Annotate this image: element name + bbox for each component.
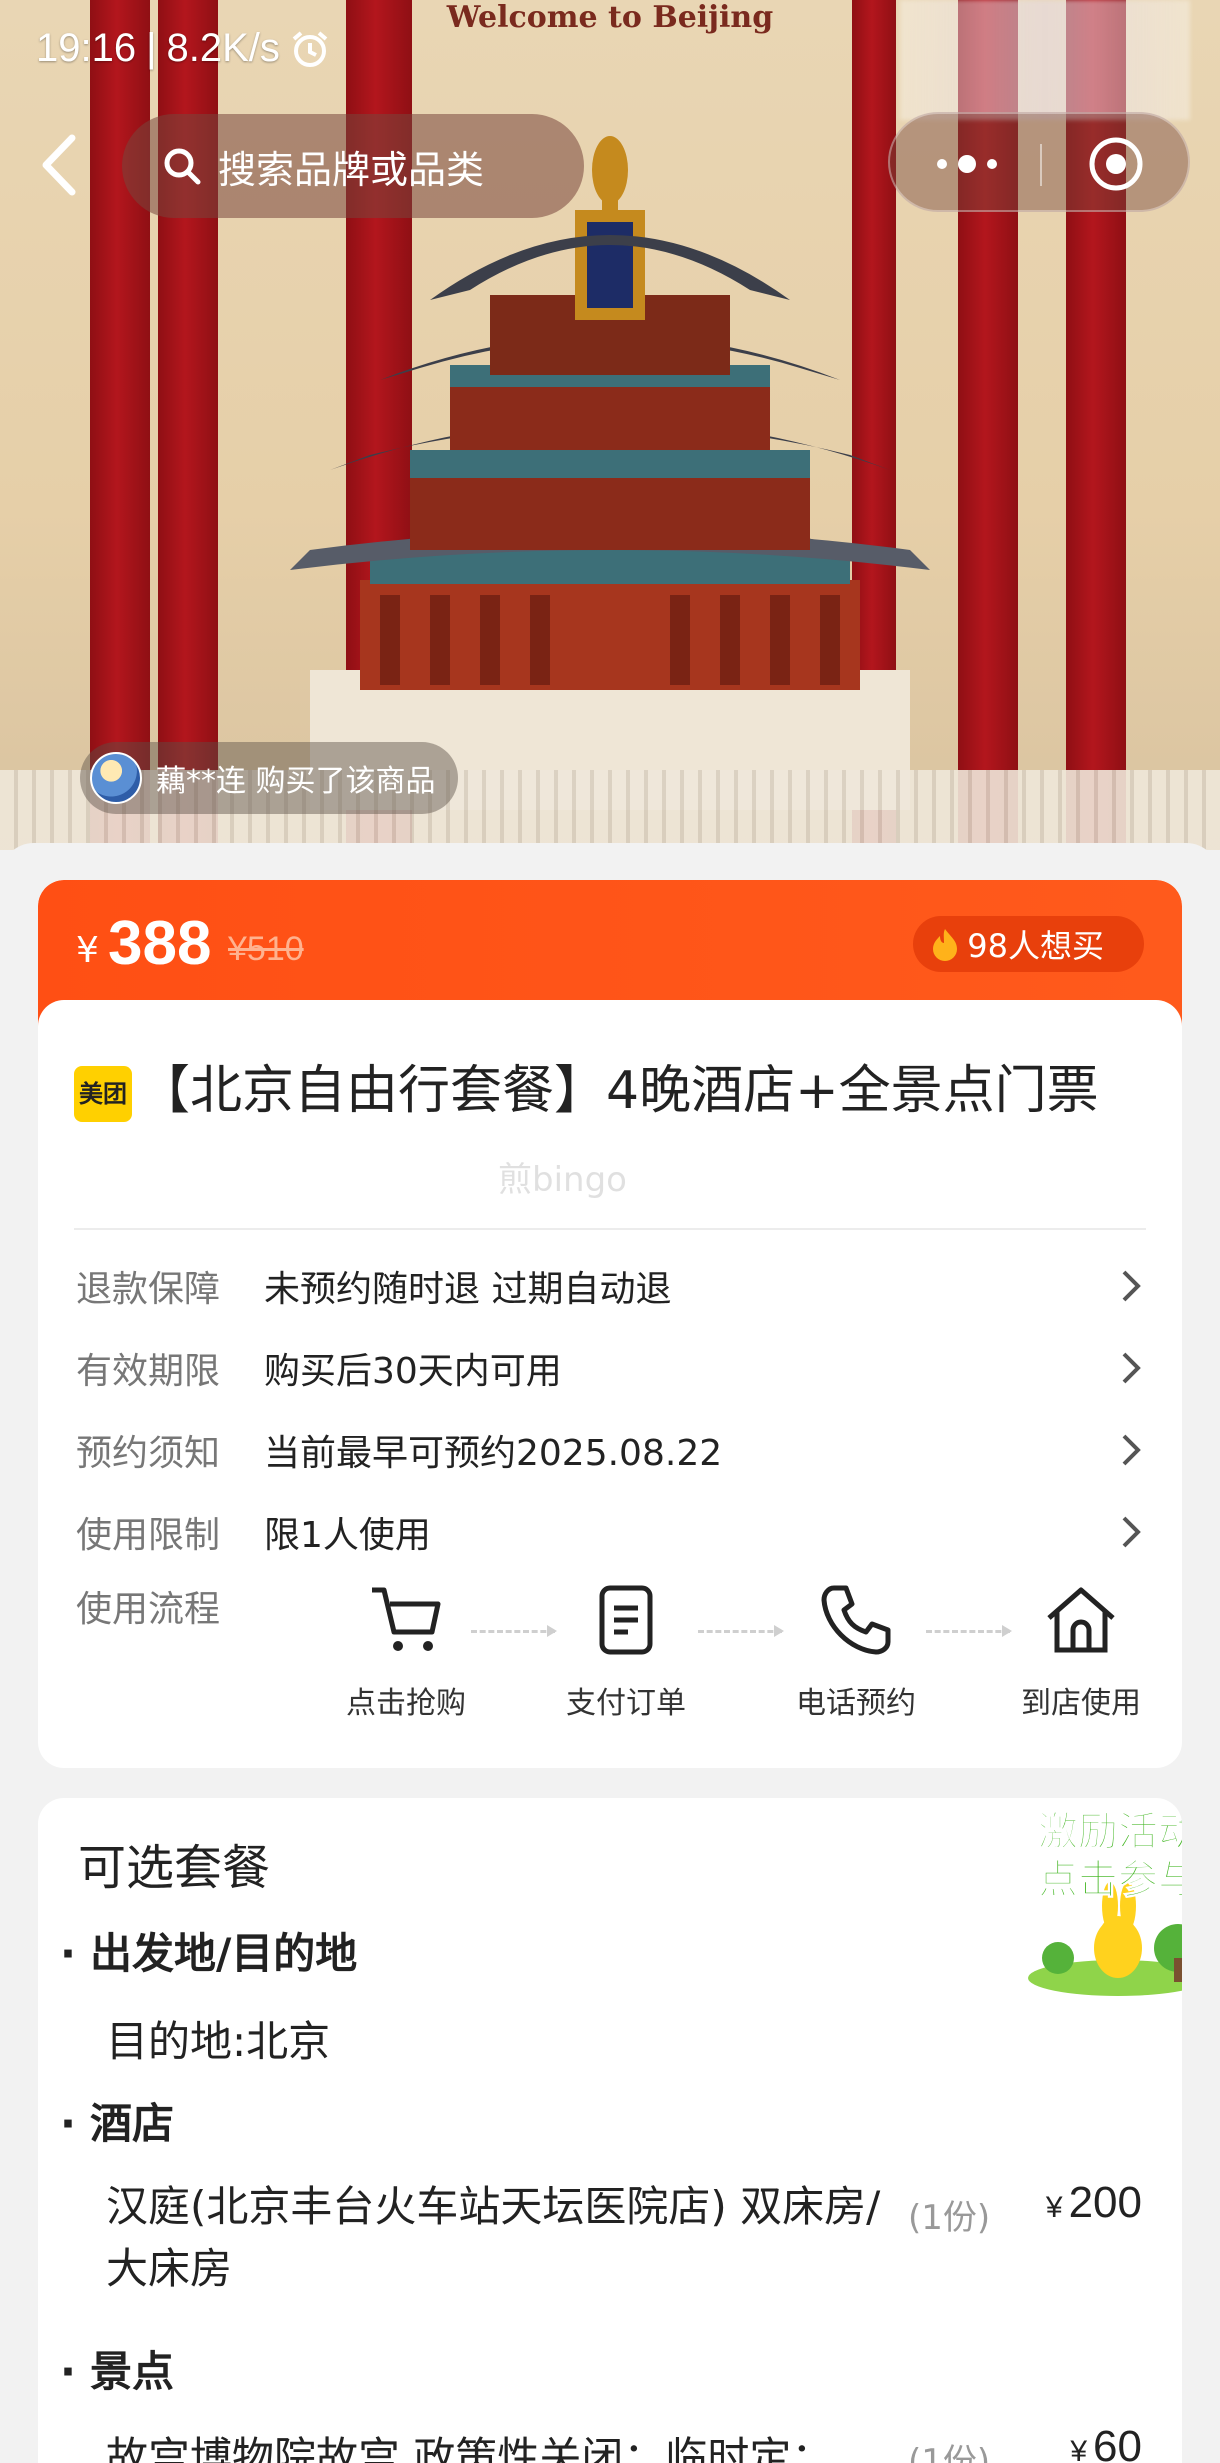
search-icon (164, 148, 201, 185)
info-row-booking[interactable]: 预约须知 当前最早可预约2025.08.22 (76, 1420, 1146, 1480)
usage-flow: 使用流程 点击抢购 支付订单 电话预约 到店使用 (76, 1580, 1146, 1760)
info-label: 有效期限 (76, 1351, 221, 1392)
buyer-notice-text: 藕**连 购买了该商品 (156, 764, 436, 799)
current-price: 388 (108, 909, 212, 978)
flow-step-pay: 支付订单 (546, 1580, 706, 1722)
hotel-price-value: 200 (1068, 2178, 1142, 2227)
info-label: 退款保障 (76, 1269, 221, 1310)
chevron-right-icon (1122, 1270, 1141, 1302)
info-row-validity[interactable]: 有效期限 购买后30天内可用 (76, 1338, 1146, 1398)
original-price: ¥510 (228, 930, 304, 968)
flow-step-label: 点击抢购 (346, 1686, 466, 1721)
attraction-price: ¥60 (1070, 2422, 1142, 2463)
info-row-refund[interactable]: 退款保障 未预约随时退 过期自动退 (76, 1256, 1146, 1316)
package-card: 可选套餐 激励活动 点击参与 出发地/目的地 目的地:北京 酒店 汉庭(北京丰台… (38, 1798, 1182, 2463)
section-heading-attraction: 景点 (60, 2338, 174, 2399)
blurred-status-icons (900, 0, 1190, 120)
info-value: 未预约随时退 过期自动退 (264, 1269, 672, 1310)
promo-line1: 激励活动 (1038, 1809, 1183, 1856)
network-speed: 8.2K/s (166, 26, 280, 70)
search-placeholder: 搜索品牌或品类 (218, 147, 485, 192)
divider (74, 1228, 1146, 1230)
cart-icon (372, 1587, 441, 1651)
info-value: 购买后30天内可用 (264, 1351, 562, 1392)
flow-arrow (471, 1625, 557, 1637)
avatar (90, 752, 142, 804)
flow-step-call: 电话预约 (776, 1580, 936, 1722)
back-arrow-icon[interactable] (30, 130, 90, 200)
flow-arrow (926, 1625, 1012, 1637)
close-miniapp-icon[interactable] (1086, 134, 1146, 194)
product-info-card: ¥ 388 ¥510 98人想买 美团 【北京自由行套餐】4晚酒店+全景点门票 煎… (38, 880, 1182, 1768)
home-icon (1047, 1587, 1115, 1653)
flow-step-label: 到店使用 (1021, 1686, 1141, 1721)
meituan-badge: 美团 (74, 1066, 132, 1122)
flow-step-label: 电话预约 (796, 1686, 916, 1721)
hotel-item: 汉庭(北京丰台火车站天坛医院店) 双床房/大床房 (106, 2182, 881, 2293)
alarm-icon (292, 30, 328, 67)
chevron-right-icon (1122, 1516, 1141, 1548)
status-time: 19:16 (36, 26, 137, 70)
section-heading-route: 出发地/目的地 (60, 1920, 357, 1981)
phone-icon (821, 1585, 891, 1655)
product-title: 美团 【北京自由行套餐】4晚酒店+全景点门票 (74, 1052, 1154, 1130)
search-input[interactable]: 搜索品牌或品类 (122, 114, 584, 218)
info-value: 限1人使用 (264, 1515, 431, 1556)
attraction-item: 故宫博物院故宫 政策性关闭：临时定： (106, 2433, 834, 2463)
document-icon (599, 1585, 653, 1655)
currency-symbol: ¥ (1045, 2191, 1063, 2224)
currency-symbol: ¥ (1070, 2435, 1088, 2463)
flow-step-label: 支付订单 (566, 1686, 686, 1721)
status-bar: 19:16 | 8.2K/s (36, 26, 330, 71)
card-top-curve (38, 1000, 1182, 1028)
price-bar: ¥ 388 ¥510 98人想买 (38, 880, 1182, 1028)
chevron-right-icon (1122, 1352, 1141, 1384)
info-value: 当前最早可预约2025.08.22 (264, 1433, 723, 1474)
info-label: 预约须知 (76, 1433, 221, 1474)
more-dots-icon[interactable] (932, 146, 1002, 182)
wanted-count-badge: 98人想买 (913, 916, 1144, 972)
currency-symbol: ¥ (76, 930, 99, 971)
wanted-count: 98人想买 (967, 927, 1104, 965)
info-label: 使用限制 (76, 1515, 221, 1556)
watermark: 煎bingo (498, 1160, 627, 1200)
miniapp-capsule (888, 112, 1190, 212)
promo-line2: 点击参与 (1038, 1857, 1183, 1904)
hotel-price: ¥200 (1046, 2178, 1142, 2228)
destination-text: 目的地:北京 (106, 2017, 331, 2066)
capsule-divider (1040, 144, 1042, 186)
flow-arrow (698, 1625, 784, 1637)
hotel-qty: (1份) (908, 2198, 991, 2238)
flow-label: 使用流程 (76, 1589, 221, 1630)
fire-icon (933, 929, 958, 961)
recent-buyer-notice: 藕**连 购买了该商品 (80, 742, 458, 814)
chevron-right-icon (1122, 1434, 1141, 1466)
package-title: 可选套餐 (78, 1840, 271, 1896)
attraction-price-value: 60 (1093, 2422, 1142, 2463)
attraction-qty: (1份) (908, 2442, 991, 2463)
promo-activity-badge[interactable]: 激励活动 点击参与 (1018, 1808, 1182, 2008)
info-row-limit[interactable]: 使用限制 限1人使用 (76, 1502, 1146, 1562)
flow-step-visit: 到店使用 (1001, 1580, 1161, 1722)
section-heading-hotel: 酒店 (60, 2090, 174, 2151)
product-title-text: 【北京自由行套餐】4晚酒店+全景点门票 (138, 1061, 1099, 1121)
flow-step-buy: 点击抢购 (326, 1580, 486, 1722)
status-separator: | (146, 26, 157, 70)
